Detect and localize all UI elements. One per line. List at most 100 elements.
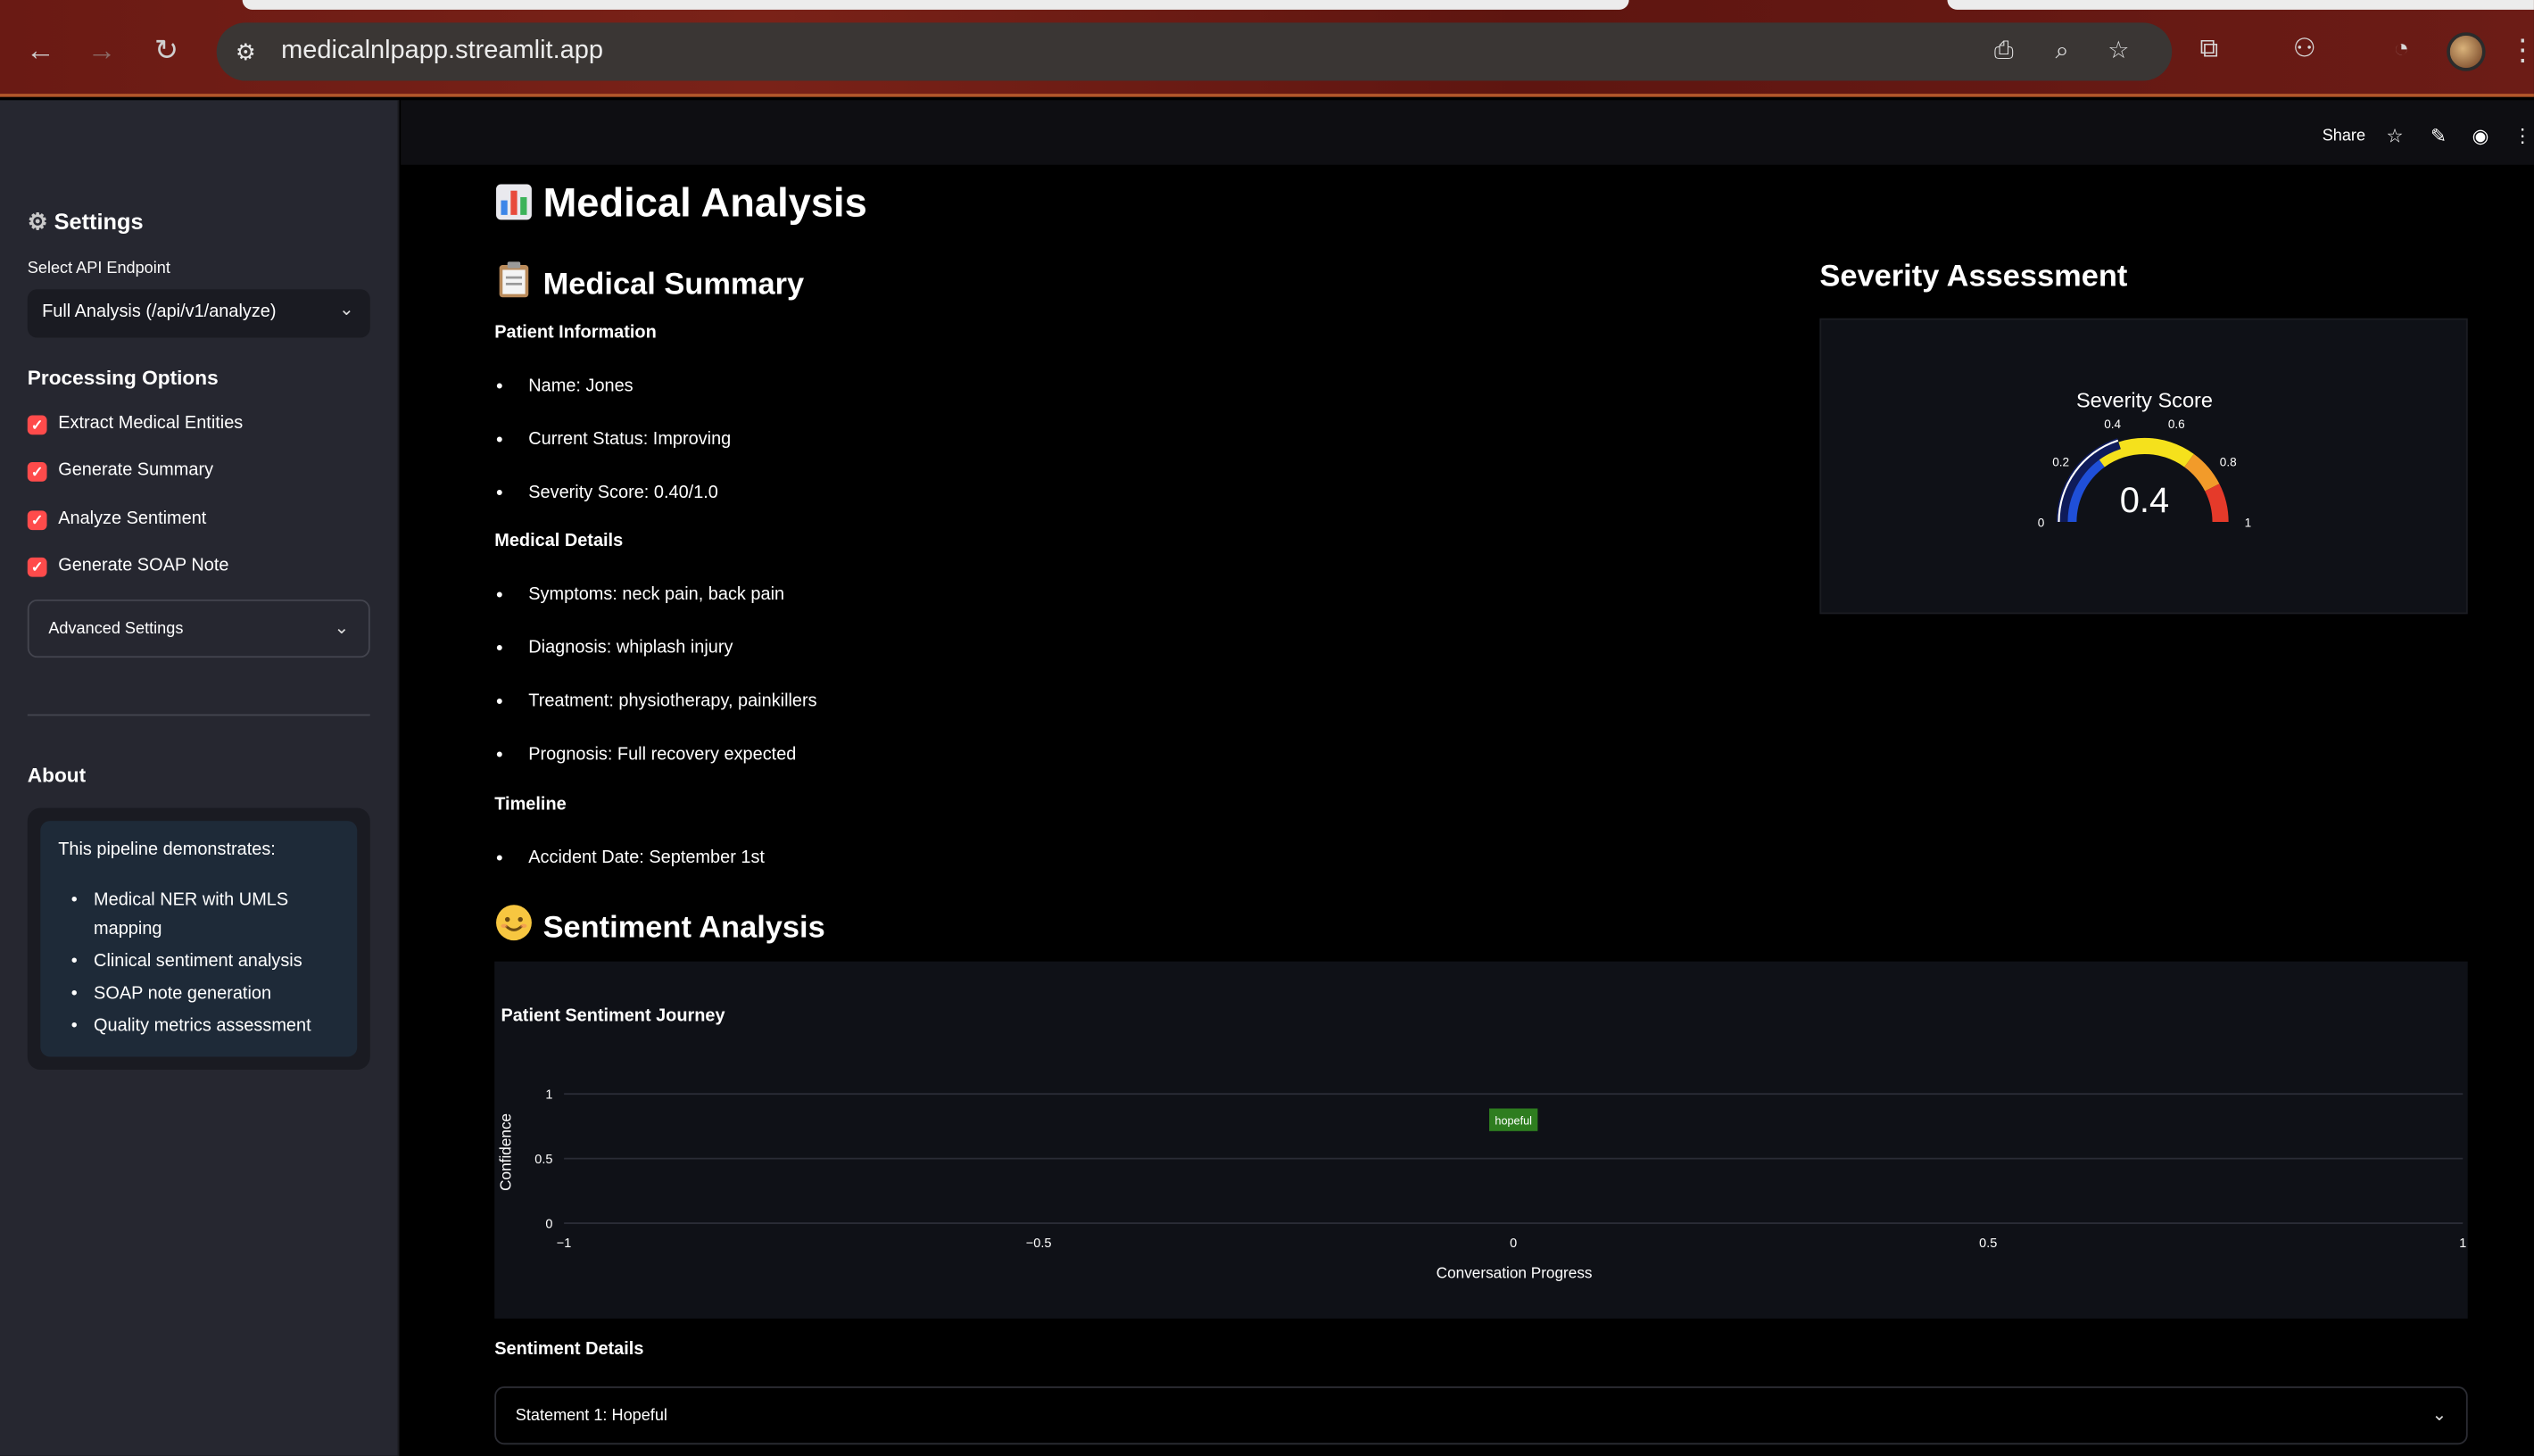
checkmark-icon[interactable]: ✓: [27, 462, 47, 482]
x-tick-label: −1: [557, 1237, 572, 1251]
checkmark-icon[interactable]: ✓: [27, 557, 47, 577]
endpoint-select[interactable]: Full Analysis (/api/v1/analyze) ⌄: [27, 289, 370, 338]
gauge-tick-label: 1: [2245, 516, 2252, 529]
url-text[interactable]: medicalnlpapp.streamlit.app: [281, 37, 603, 67]
list-item: Treatment: physiotherapy, painkillers: [494, 690, 817, 712]
main-content: Share ☆ ✎ ◉ ⋮ Medical Analysis Medical S…: [401, 100, 2534, 1456]
checkbox-label: Generate SOAP Note: [58, 556, 229, 575]
incognito-icon[interactable]: ⚇: [2287, 32, 2323, 68]
checkbox-label: Generate Summary: [58, 460, 214, 480]
timeline-heading: Timeline: [494, 795, 567, 815]
list-item: Prognosis: Full recovery expected: [494, 743, 796, 765]
checkmark-icon[interactable]: ✓: [27, 510, 47, 531]
gauge-tick-label: 0.4: [2104, 418, 2121, 431]
list-item: Medical NER with UMLS mapping: [58, 886, 349, 944]
x-tick-label: 0.5: [1979, 1237, 1997, 1251]
sentiment-analysis-title: Sentiment Analysis: [542, 911, 825, 946]
address-bar[interactable]: ⚙ medicalnlpapp.streamlit.app ⎙ ⌕ ☆: [216, 22, 2173, 81]
gauge-tick-label: 0.8: [2220, 455, 2237, 468]
about-panel: This pipeline demonstrates: Medical NER …: [27, 807, 370, 1071]
list-item: SOAP note generation: [58, 980, 349, 1009]
sentiment-details-heading: Sentiment Details: [494, 1339, 644, 1360]
list-item: Diagnosis: whiplash injury: [494, 637, 733, 659]
y-tick-label: 0: [545, 1218, 552, 1232]
clipboard-icon: [499, 261, 529, 298]
about-intro: This pipeline demonstrates:: [58, 840, 276, 860]
severity-assessment-heading: Severity Assessment: [1819, 260, 2128, 294]
data-point-label: hopeful: [1495, 1115, 1532, 1128]
github-icon[interactable]: ◉: [2468, 123, 2494, 149]
settings-heading: ⚙ Settings: [28, 209, 144, 236]
list-item: Symptoms: neck pain, back pain: [494, 583, 784, 606]
smiley-icon: [496, 905, 532, 941]
sentiment-journey-chart: Patient Sentiment Journey 0 0.5 1 −1 −0.5 0 0.…: [496, 1006, 2466, 1282]
checkbox-label: Extract Medical Entities: [58, 413, 244, 434]
y-tick-label: 0.5: [534, 1153, 552, 1167]
gauge-band-3: [2205, 484, 2229, 523]
install-app-icon[interactable]: ⎙: [1988, 36, 2020, 68]
sidebar-divider: [27, 714, 370, 716]
x-tick-label: 0: [1510, 1237, 1517, 1251]
about-heading: About: [27, 764, 87, 788]
checkbox-generate-summary[interactable]: ✓ Generate Summary: [27, 460, 383, 486]
medical-summary-heading: Medical Summary: [494, 261, 804, 304]
list-item: Severity Score: 0.40/1.0: [494, 482, 718, 504]
sidebar: ⚙ Settings Select API Endpoint Full Anal…: [0, 100, 400, 1456]
profile-avatar[interactable]: [2447, 32, 2486, 71]
settings-title: Settings: [54, 208, 144, 235]
list-item: Current Status: Improving: [494, 428, 731, 451]
severity-gauge-card: Severity Score 0 0.2 0.4 0.6 0.8 1 0.4: [1819, 318, 2468, 615]
browser-toolbar: ← → ↻ ⚙ medicalnlpapp.streamlit.app ⎙ ⌕ …: [0, 0, 2534, 97]
page-title: Medical Analysis: [494, 181, 867, 228]
checkbox-extract-entities[interactable]: ✓ Extract Medical Entities: [27, 413, 383, 440]
extensions-icon[interactable]: ⧉: [2191, 32, 2227, 68]
sentiment-analysis-heading: Sentiment Analysis: [494, 903, 825, 947]
gauge-value: 0.4: [2120, 481, 2169, 520]
browser-tab[interactable]: [1947, 0, 2534, 10]
patient-info-heading: Patient Information: [494, 323, 657, 343]
x-tick-label: 1: [2459, 1237, 2466, 1251]
checkmark-icon[interactable]: ✓: [27, 415, 47, 435]
endpoint-select-value: Full Analysis (/api/v1/analyze): [42, 302, 277, 322]
x-tick-label: −0.5: [1026, 1237, 1052, 1251]
endpoint-label: Select API Endpoint: [27, 260, 170, 278]
processing-options-heading: Processing Options: [27, 367, 219, 390]
star-icon[interactable]: ☆: [2382, 123, 2408, 149]
chevron-down-icon: ⌄: [334, 618, 350, 639]
app-menu-icon[interactable]: ⋮: [2510, 123, 2534, 149]
edit-icon[interactable]: ✎: [2426, 123, 2452, 149]
severity-gauge-chart: Severity Score 0 0.2 0.4 0.6 0.8 1 0.4: [2038, 388, 2252, 529]
browser-tab[interactable]: [242, 0, 1629, 10]
gauge-tick-label: 0: [2038, 516, 2045, 529]
back-icon[interactable]: ←: [22, 32, 58, 68]
advanced-settings-expander[interactable]: Advanced Settings ⌄: [27, 599, 370, 658]
medical-details-heading: Medical Details: [494, 531, 624, 551]
statement-expander[interactable]: Statement 1: Hopeful ⌄: [494, 1386, 2468, 1445]
reload-icon[interactable]: ↻: [149, 32, 185, 68]
y-axis-label: Confidence: [496, 1113, 514, 1191]
page-title-text: Medical Analysis: [542, 180, 867, 227]
about-info-box: This pipeline demonstrates: Medical NER …: [40, 821, 358, 1057]
browser-menu-icon[interactable]: ⋮: [2508, 32, 2534, 68]
statement-label: Statement 1: Hopeful: [515, 1407, 667, 1426]
x-axis-label: Conversation Progress: [1437, 1264, 1593, 1282]
gear-icon: ⚙: [27, 208, 48, 235]
share-button[interactable]: Share: [2323, 128, 2365, 145]
checkbox-generate-soap[interactable]: ✓ Generate SOAP Note: [27, 556, 383, 582]
chevron-down-icon: ⌄: [2431, 1405, 2447, 1426]
y-tick-label: 1: [545, 1088, 552, 1103]
list-item: Quality metrics assessment: [58, 1012, 349, 1041]
advanced-settings-label: Advanced Settings: [48, 620, 184, 639]
about-list: Medical NER with UMLS mapping Clinical s…: [58, 886, 349, 1044]
zoom-icon[interactable]: ⌕: [2046, 36, 2078, 68]
performance-icon[interactable]: ◔: [2384, 32, 2420, 68]
checkbox-label: Analyze Sentiment: [58, 509, 207, 529]
gauge-tick-label: 0.6: [2168, 418, 2185, 431]
sentiment-journey-chart-card: Patient Sentiment Journey 0 0.5 1 −1 −0.5 0 0.…: [494, 961, 2468, 1319]
gauge-title: Severity Score: [2076, 388, 2213, 411]
site-settings-icon[interactable]: ⚙: [229, 36, 261, 68]
checkbox-analyze-sentiment[interactable]: ✓ Analyze Sentiment: [27, 509, 383, 535]
forward-icon[interactable]: →: [84, 32, 120, 68]
bar-chart-icon: [496, 184, 532, 220]
bookmark-star-icon[interactable]: ☆: [2102, 36, 2134, 68]
